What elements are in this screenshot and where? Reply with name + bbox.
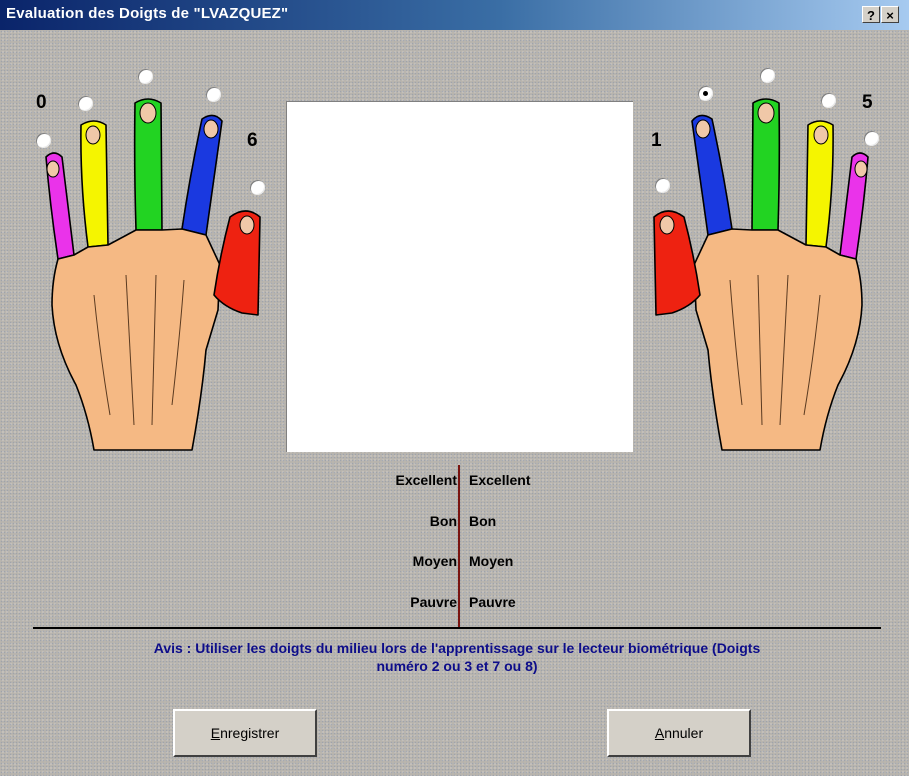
left-finger-index-radio[interactable]: [206, 87, 221, 102]
left-quality-bon: Bon: [429, 513, 457, 529]
fingerprint-preview: [286, 101, 633, 452]
close-button[interactable]: ×: [881, 6, 899, 23]
left-palm: [51, 228, 221, 451]
right-quality-moyen: Moyen: [469, 553, 514, 569]
right-pinky-number: 5: [862, 92, 873, 113]
right-quality-pauvre: Pauvre: [469, 594, 516, 610]
cancel-button[interactable]: Annuler: [607, 709, 751, 757]
right-quality-bon: Bon: [469, 513, 497, 529]
left-finger-ring-radio[interactable]: [78, 96, 93, 111]
left-pinky-number: 0: [36, 92, 47, 113]
right-finger-middle-radio[interactable]: [760, 68, 775, 83]
right-finger-5-radio[interactable]: [864, 131, 879, 146]
separator-line: [33, 627, 881, 629]
help-button[interactable]: ?: [862, 6, 880, 23]
left-quality-excellent: Excellent: [395, 472, 457, 488]
left-finger-6-radio[interactable]: [250, 180, 265, 195]
right-finger-ring-radio[interactable]: [821, 93, 836, 108]
advice-notice: Avis : Utiliser les doigts du milieu lor…: [33, 639, 881, 675]
right-finger-index-radio[interactable]: [698, 86, 713, 101]
advice-line-1: Avis : Utiliser les doigts du milieu lor…: [153, 640, 761, 656]
left-quality-pauvre: Pauvre: [410, 594, 457, 610]
cancel-button-accel: A: [654, 725, 665, 741]
quality-divider: [458, 465, 460, 627]
save-button[interactable]: Enregistrer: [173, 709, 317, 757]
right-quality-excellent: Excellent: [469, 472, 531, 488]
left-finger-middle-radio[interactable]: [138, 69, 153, 84]
right-palm: [693, 228, 863, 451]
save-button-accel: E: [210, 725, 221, 741]
left-finger-0-radio[interactable]: [36, 133, 51, 148]
right-hand-illustration: [653, 98, 869, 451]
left-hand-illustration: [45, 98, 261, 451]
save-button-label: nregistrer: [220, 725, 280, 741]
left-thumb-number: 6: [247, 130, 258, 151]
left-quality-moyen: Moyen: [412, 553, 457, 569]
cancel-button-label: nnuler: [664, 725, 704, 741]
right-finger-1-radio[interactable]: [655, 178, 670, 193]
window-title: Evaluation des Doigts de "LVAZQUEZ": [6, 5, 289, 22]
right-thumb-number: 1: [651, 130, 662, 151]
title-bar: Evaluation des Doigts de "LVAZQUEZ" ? ×: [0, 0, 909, 30]
advice-line-2: numéro 2 ou 3 et 7 ou 8): [376, 658, 538, 674]
